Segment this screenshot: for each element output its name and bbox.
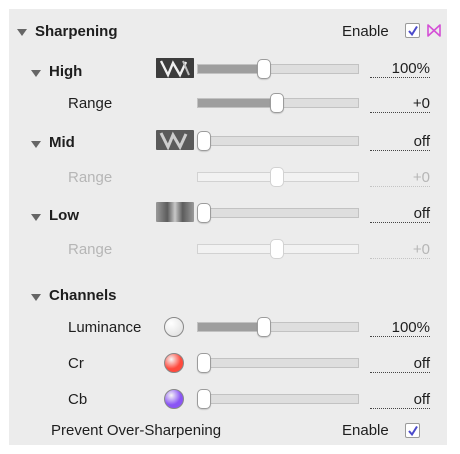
high-range-value[interactable]: +0 [370,95,430,113]
cb-value[interactable]: off [370,391,430,409]
sharpening-panel: Sharpening Enable High 100% Range +0 Mid [9,9,447,445]
low-range-label: Range [68,241,113,258]
slider-knob [270,167,284,187]
low-title: Low [49,207,79,224]
high-title: High [49,63,83,80]
slider-knob [270,239,284,259]
mid-range-label: Range [68,169,113,186]
sharpening-enable-label: Enable [342,23,389,40]
bookmark-icon[interactable] [427,24,441,37]
low-frequency-preview-icon [156,202,194,222]
mid-frequency-preview-icon [156,130,194,150]
luminance-slider[interactable] [197,317,359,337]
slider-knob[interactable] [257,317,271,337]
cr-label: Cr [68,355,84,372]
cb-color-swatch[interactable] [164,389,184,409]
slider-knob[interactable] [270,93,284,113]
cb-label: Cb [68,391,88,408]
slider-knob[interactable] [197,203,211,223]
high-range-slider[interactable] [197,93,359,113]
low-amount-slider[interactable] [197,203,359,223]
high-frequency-preview-icon [156,58,194,78]
mid-title: Mid [49,134,75,151]
high-amount-slider[interactable] [197,59,359,79]
high-range-label: Range [68,95,113,112]
prevent-oversharpening-label: Prevent Over-Sharpening [51,422,222,439]
sharpening-title: Sharpening [35,23,118,40]
low-range-slider [197,239,359,259]
mid-disclosure-icon[interactable] [31,141,41,148]
checkmark-icon [408,425,418,437]
slider-knob[interactable] [197,353,211,373]
luminance-value[interactable]: 100% [370,319,430,337]
slider-knob[interactable] [257,59,271,79]
low-range-value: +0 [370,241,430,259]
mid-amount-value[interactable]: off [370,133,430,151]
cr-slider[interactable] [197,353,359,373]
high-disclosure-icon[interactable] [31,70,41,77]
high-amount-value[interactable]: 100% [370,60,430,78]
luminance-color-swatch[interactable] [164,317,184,337]
prevent-enable-label: Enable [342,422,389,439]
mid-amount-slider[interactable] [197,131,359,151]
low-amount-value[interactable]: off [370,205,430,223]
cr-value[interactable]: off [370,355,430,373]
checkmark-icon [408,25,418,37]
luminance-label: Luminance [68,319,142,336]
mid-range-value: +0 [370,169,430,187]
channels-disclosure-icon[interactable] [31,294,41,301]
mid-range-slider [197,167,359,187]
slider-knob[interactable] [197,131,211,151]
slider-knob[interactable] [197,389,211,409]
sharpening-enable-checkbox[interactable] [405,23,420,38]
cr-color-swatch[interactable] [164,353,184,373]
low-disclosure-icon[interactable] [31,214,41,221]
sharpening-disclosure-icon[interactable] [17,29,27,36]
channels-title: Channels [49,287,117,304]
prevent-enable-checkbox[interactable] [405,423,420,438]
cb-slider[interactable] [197,389,359,409]
